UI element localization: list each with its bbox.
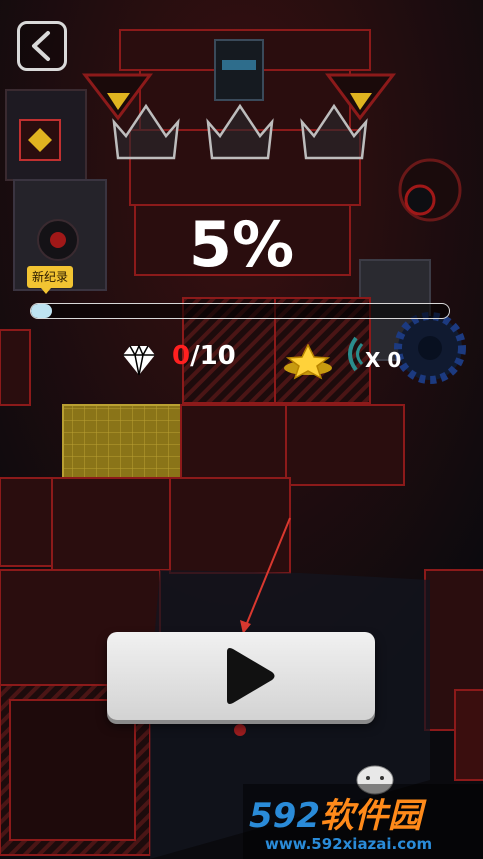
progress-bar-fill — [31, 304, 52, 318]
watermark-logo-text: 软件园 — [319, 796, 422, 836]
glow-orb — [234, 724, 246, 736]
progress-bar — [30, 303, 450, 319]
revive-counter: X 0 — [365, 348, 402, 372]
game-scene — [0, 0, 483, 859]
gems-total: /10 — [190, 341, 236, 371]
crown-slots — [112, 103, 368, 160]
play-button[interactable] — [107, 632, 375, 720]
best-record-tag-pointer — [41, 288, 51, 294]
back-arrow-icon — [32, 31, 50, 61]
watermark: 592软件园 www.592xiazai.com — [243, 784, 483, 859]
back-button[interactable] — [17, 21, 67, 71]
far-gate — [214, 39, 264, 101]
watermark-url: www.592xiazai.com — [265, 835, 433, 853]
revive-icon — [348, 336, 364, 372]
star-icon — [284, 344, 332, 380]
best-record-tag: 新纪录 — [27, 266, 74, 288]
watermark-logo: 592软件园 — [249, 788, 422, 837]
watermark-logo-number: 592 — [249, 796, 320, 836]
gems-collected: 0 — [172, 341, 191, 371]
play-icon — [227, 648, 275, 704]
diamond-icon — [123, 344, 155, 376]
gem-counter: 0/10 — [172, 341, 236, 371]
